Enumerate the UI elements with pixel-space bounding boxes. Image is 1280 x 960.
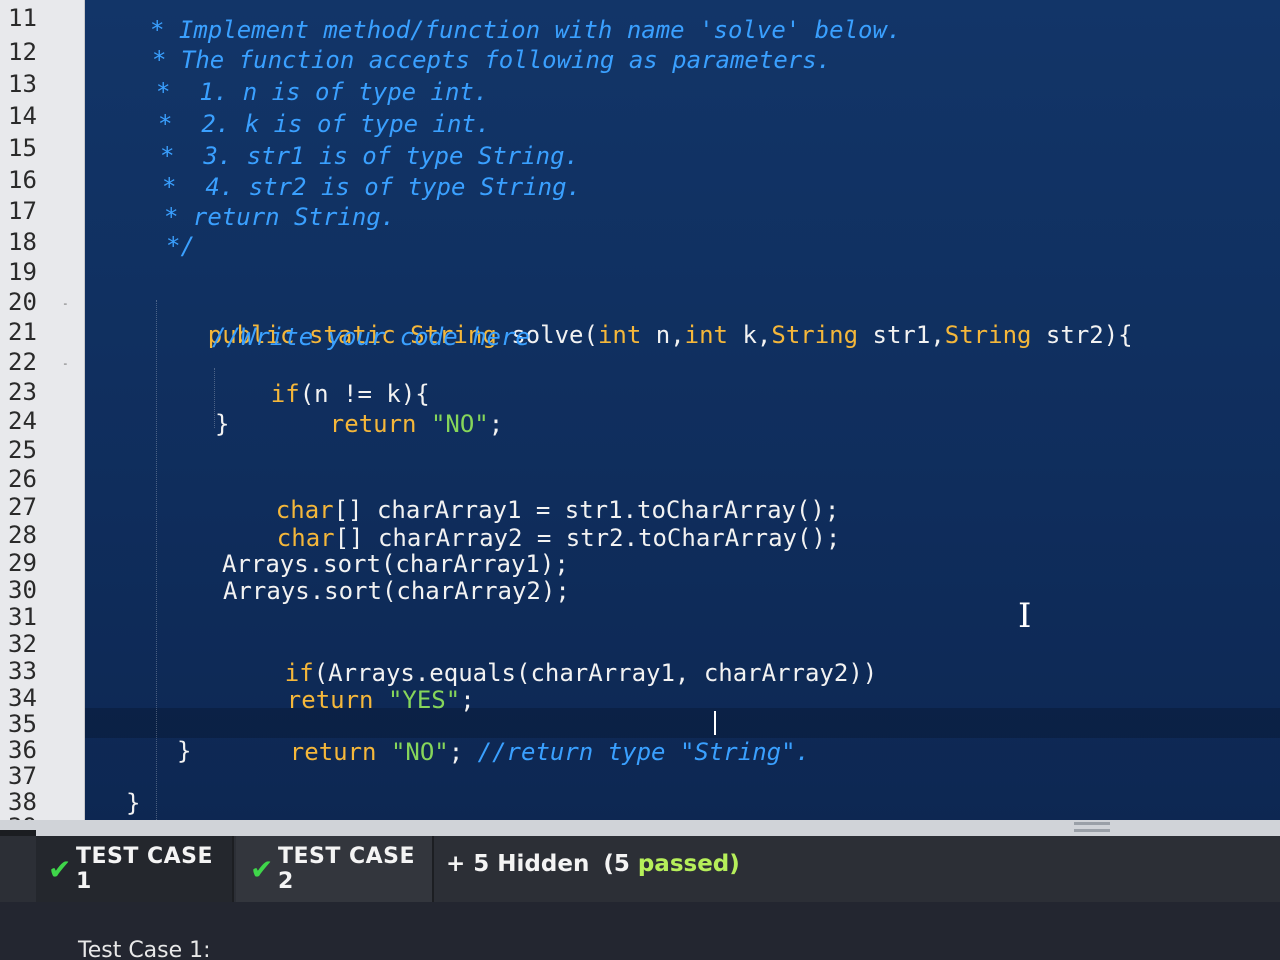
string-token: "NO" (430, 410, 489, 438)
code-line-18[interactable]: */ (166, 232, 195, 260)
tab-test-case-1[interactable]: ✔ TEST CASE 1 (36, 836, 234, 902)
type-token: String (771, 321, 859, 349)
code-line-12[interactable]: * The function accepts following as para… (152, 46, 831, 74)
line-number: 18 (8, 228, 37, 256)
comment-token: //return type "String". (477, 738, 810, 766)
tab-label: TEST CASE 2 (277, 844, 416, 894)
test-case-tabbar: ✔ TEST CASE 1 ✔ TEST CASE 2 + 5 Hidden (… (0, 836, 1280, 902)
line-number: 25 (8, 436, 37, 464)
line-number: 32 (8, 630, 37, 658)
keyword-token: return (289, 738, 377, 766)
fold-chevron-icon[interactable]: - (62, 297, 69, 310)
line-number: 37 (8, 762, 37, 790)
line-number: 17 (8, 197, 37, 225)
line-number: 27 (8, 493, 37, 521)
line-number: 12 (8, 38, 37, 66)
line-number: 21 (8, 318, 37, 346)
line-number: 22 (8, 348, 37, 376)
type-token: int (684, 321, 729, 349)
line-number: 29 (8, 549, 37, 577)
keyword-token: char (276, 524, 335, 552)
check-icon: ✔ (48, 852, 72, 886)
line-number: 23 (8, 378, 37, 406)
type-token: int (597, 321, 642, 349)
drag-handle-icon[interactable] (1074, 822, 1110, 832)
line-number-gutter: 11 12 13 14 15 16 17 18 19 20 - 21 22 - … (0, 0, 85, 841)
line-number: 16 (8, 166, 37, 194)
hidden-tests-summary: + 5 Hidden (5 passed) (446, 836, 740, 892)
line-number: 11 (8, 4, 37, 32)
line-number: 30 (8, 576, 37, 604)
line-number: 31 (8, 603, 37, 631)
param-token: str2){ (1031, 321, 1133, 349)
param-token: n, (641, 321, 685, 349)
line-number: 24 (8, 407, 37, 435)
code-token: ; (448, 738, 464, 766)
line-number: 19 (8, 258, 37, 286)
line-number: 28 (8, 521, 37, 549)
fold-chevron-icon[interactable]: - (62, 357, 69, 370)
param-token: str1, (858, 321, 945, 349)
line-number: 26 (8, 465, 37, 493)
check-icon: ✔ (250, 852, 274, 886)
line-number: 36 (8, 736, 37, 764)
type-token: String (944, 321, 1032, 349)
code-line-21[interactable]: //Write your code here (212, 323, 530, 351)
line-number: 38 (8, 788, 37, 816)
code-line-29[interactable]: Arrays.sort(charArray1); (222, 550, 569, 578)
code-line-36[interactable]: } (177, 737, 191, 765)
code-line-13[interactable]: * 1. n is of type int. (156, 78, 488, 106)
result-title: Test Case 1: (78, 938, 211, 960)
passed-count: (5 (603, 851, 630, 877)
code-line-15[interactable]: * 3. str1 is of type String. (160, 142, 579, 170)
hidden-count: + 5 Hidden (446, 851, 590, 877)
code-line-35[interactable]: return "NO"; //return type "String". (232, 710, 810, 794)
text-caret (714, 711, 716, 735)
string-token: "NO" (390, 738, 449, 766)
code-token: ; (488, 410, 504, 438)
line-number: 13 (8, 70, 37, 98)
param-token: k, (728, 321, 772, 349)
indent-guide (156, 300, 157, 820)
ide-screen: 11 12 13 14 15 16 17 18 19 20 - 21 22 - … (0, 0, 1280, 960)
line-number: 33 (8, 657, 37, 685)
code-line-17[interactable]: * return String. (164, 203, 395, 231)
tab-label: TEST CASE 1 (75, 844, 214, 894)
code-line-16[interactable]: * 4. str2 is of type String. (162, 173, 581, 201)
passed-label: passed) (637, 851, 740, 877)
line-number: 15 (8, 134, 37, 162)
line-number: 34 (8, 684, 37, 712)
text-cursor-icon: I (1018, 596, 1032, 636)
line-number: 14 (8, 102, 37, 130)
keyword-token: return (329, 410, 417, 438)
code-line-11[interactable]: * Implement method/function with name 's… (150, 16, 901, 44)
code-line-23[interactable]: return "NO"; (272, 382, 503, 466)
code-token: [] charArray2 = str2.toCharArray(); (334, 524, 841, 552)
code-line-24[interactable]: } (215, 410, 229, 438)
line-number: 35 (8, 710, 37, 738)
code-line-30[interactable]: Arrays.sort(charArray2); (223, 577, 570, 605)
code-line-14[interactable]: * 2. k is of type int. (158, 110, 490, 138)
tab-test-case-2[interactable]: ✔ TEST CASE 2 (236, 836, 434, 902)
line-number: 20 (8, 288, 37, 316)
code-line-38[interactable]: } (126, 789, 140, 817)
